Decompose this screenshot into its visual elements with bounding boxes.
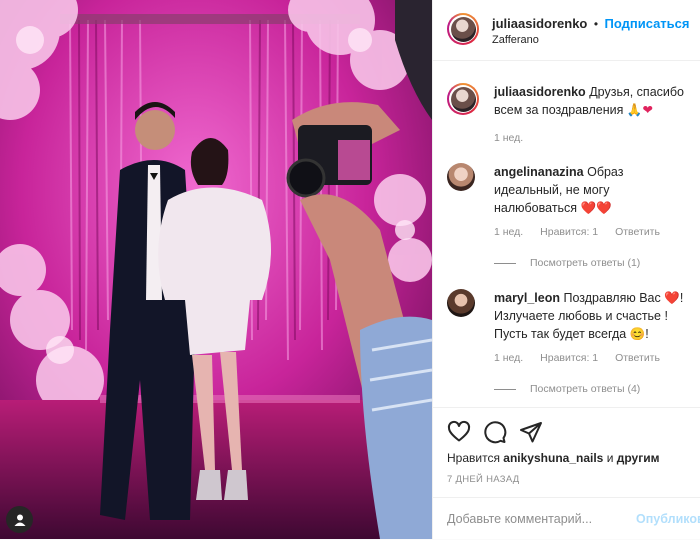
post-header: juliaasidorenko • Подписаться Zafferano: [433, 0, 700, 61]
comment-meta: 1 нед. Нравится: 1 Ответить: [494, 226, 674, 238]
comment-username[interactable]: maryl_leon: [494, 291, 560, 305]
replies-divider: [494, 262, 516, 264]
post-side-panel: juliaasidorenko • Подписаться Zafferano …: [432, 0, 700, 539]
heart-emoji: ❤️: [664, 291, 680, 305]
location-link[interactable]: Zafferano: [492, 34, 539, 46]
likes-others-link[interactable]: другим: [617, 451, 660, 465]
photo-illustration: [0, 0, 432, 539]
replies-divider: [494, 388, 516, 390]
view-replies-button[interactable]: Посмотреть ответы (1): [494, 257, 640, 269]
share-icon[interactable]: [519, 420, 543, 449]
commenter-avatar[interactable]: [447, 163, 475, 191]
author-avatar[interactable]: [447, 13, 479, 45]
comment-time: 1 нед.: [494, 226, 524, 238]
pray-emoji: 🙏: [626, 103, 643, 117]
comment-input[interactable]: Добавьте комментарий...: [447, 512, 592, 526]
comment-likes[interactable]: Нравится: 1: [540, 352, 598, 364]
caption-time: 1 нед.: [494, 132, 524, 144]
follow-button[interactable]: Подписаться: [604, 16, 689, 31]
author-username[interactable]: juliaasidorenko: [492, 16, 587, 31]
comment-text: Поздравляю Вас: [563, 291, 661, 305]
smile-emoji: 😊: [629, 327, 646, 341]
header-separator: •: [593, 17, 599, 31]
post-photo[interactable]: [0, 0, 432, 539]
comment-username[interactable]: angelinanazina: [494, 165, 584, 179]
comment-time: 1 нед.: [494, 352, 524, 364]
comment-meta: 1 нед. Нравится: 1 Ответить: [494, 352, 674, 364]
comment-likes[interactable]: Нравится: 1: [540, 226, 598, 238]
caption-avatar[interactable]: [447, 83, 479, 115]
heart-icon[interactable]: [447, 420, 471, 449]
comment-icon[interactable]: [483, 420, 507, 449]
add-comment-bar: Добавьте комментарий... Опубликовать: [433, 497, 700, 540]
view-replies-button[interactable]: Посмотреть ответы (4): [494, 383, 640, 395]
likes-summary: Нравится anikyshuna_nails и другим: [447, 451, 660, 465]
heart-emoji: ❤️❤️: [580, 201, 612, 215]
caption-username[interactable]: juliaasidorenko: [494, 85, 586, 99]
comments-section[interactable]: juliaasidorenko Друзья, спасибо всем за …: [433, 61, 700, 407]
reply-button[interactable]: Ответить: [615, 352, 660, 364]
post-date[interactable]: 7 ДНЕЙ НАЗАД: [447, 474, 520, 485]
post-actions: Нравится anikyshuna_nails и другим 7 ДНЕ…: [433, 407, 700, 488]
instagram-post-modal: juliaasidorenko • Подписаться Zafferano …: [0, 0, 700, 539]
user-tag-icon[interactable]: [6, 506, 33, 533]
heart-emoji: ❤: [642, 103, 653, 117]
reply-button[interactable]: Ответить: [615, 226, 660, 238]
likes-user-link[interactable]: anikyshuna_nails: [503, 451, 603, 465]
commenter-avatar[interactable]: [447, 289, 475, 317]
publish-button[interactable]: Опубликовать: [636, 512, 700, 526]
